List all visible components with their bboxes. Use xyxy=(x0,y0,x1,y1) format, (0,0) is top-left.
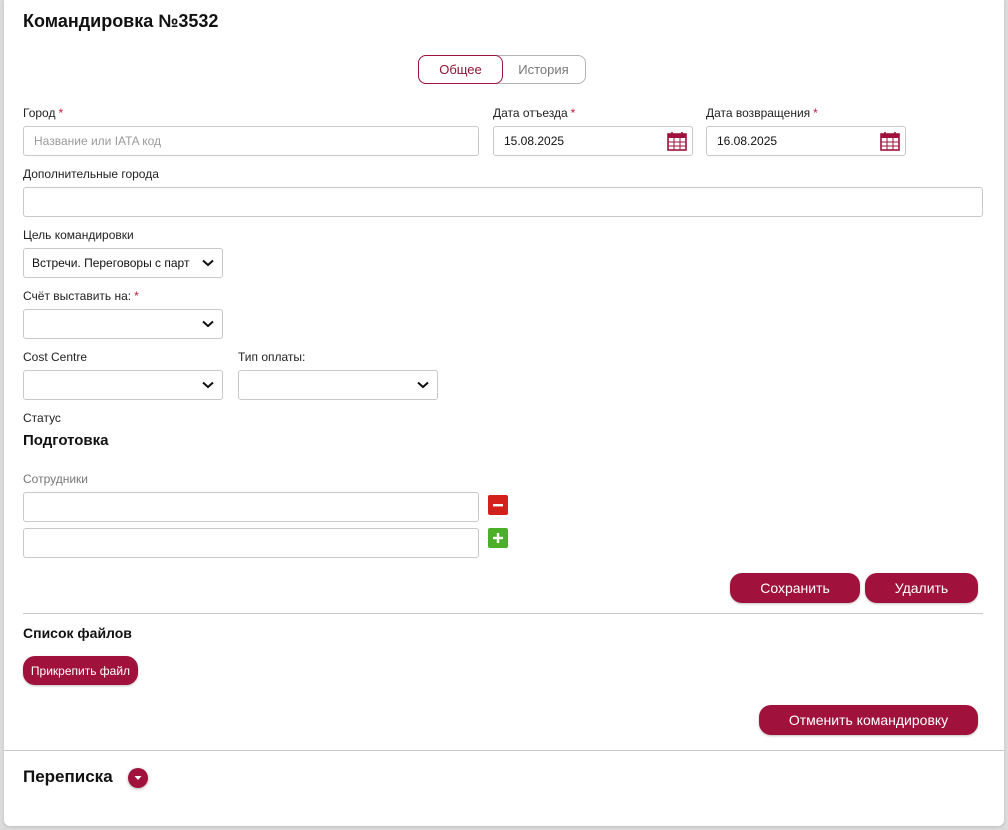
departure-date-label: Дата отъезда * xyxy=(493,106,575,120)
city-label-text: Город xyxy=(23,106,56,120)
delete-button[interactable]: Удалить xyxy=(865,573,978,603)
add-employee-button[interactable] xyxy=(488,528,508,548)
invoice-to-label-text: Счёт выставить на: xyxy=(23,289,132,303)
tabs: Общее История xyxy=(418,55,586,84)
return-date-label-text: Дата возвращения xyxy=(706,106,811,120)
invoice-to-select[interactable] xyxy=(23,309,223,339)
required-mark: * xyxy=(58,106,64,120)
trip-card: Командировка №3532 Общее История Город * … xyxy=(4,0,1004,826)
calendar-icon[interactable] xyxy=(667,131,687,151)
tab-history[interactable]: История xyxy=(502,56,585,83)
chevron-down-icon xyxy=(202,381,214,389)
extra-cities-label: Дополнительные города xyxy=(23,167,159,181)
chevron-down-icon xyxy=(417,381,429,389)
city-label: Город * xyxy=(23,106,63,120)
files-title: Список файлов xyxy=(23,625,132,641)
save-button[interactable]: Сохранить xyxy=(730,573,860,603)
employee-input[interactable] xyxy=(23,492,479,522)
purpose-selected: Встречи. Переговоры с парт xyxy=(32,256,190,270)
remove-employee-button[interactable] xyxy=(488,495,508,515)
required-mark: * xyxy=(134,289,139,303)
status-label: Статус xyxy=(23,411,61,425)
status-value: Подготовка xyxy=(23,432,109,449)
expand-correspondence-button[interactable] xyxy=(128,768,148,788)
tab-general[interactable]: Общее xyxy=(418,55,503,84)
page-title: Командировка №3532 xyxy=(23,11,219,31)
chevron-down-icon xyxy=(202,259,214,267)
required-mark: * xyxy=(570,106,576,120)
payment-type-label: Тип оплаты: xyxy=(238,350,306,364)
purpose-label: Цель командировки xyxy=(23,228,134,242)
invoice-to-label: Счёт выставить на: * xyxy=(23,289,139,303)
return-date-label: Дата возвращения * xyxy=(706,106,818,120)
plus-icon xyxy=(493,533,503,543)
departure-date-label-text: Дата отъезда xyxy=(493,106,568,120)
city-input[interactable] xyxy=(23,126,479,156)
employee-input[interactable] xyxy=(23,528,479,558)
attach-file-button[interactable]: Прикрепить файл xyxy=(23,656,138,685)
extra-cities-input[interactable] xyxy=(23,187,983,217)
purpose-select[interactable]: Встречи. Переговоры с парт xyxy=(23,248,223,278)
employees-label: Сотрудники xyxy=(23,472,88,486)
required-mark: * xyxy=(813,106,818,120)
calendar-icon[interactable] xyxy=(880,131,900,151)
return-date-field[interactable]: 16.08.2025 xyxy=(706,126,906,156)
payment-type-select[interactable] xyxy=(238,370,438,400)
return-date-value: 16.08.2025 xyxy=(717,134,778,148)
cost-centre-label: Cost Centre xyxy=(23,350,88,364)
minus-icon xyxy=(493,504,503,507)
chevron-down-icon xyxy=(134,776,142,780)
departure-date-value: 15.08.2025 xyxy=(504,134,565,148)
divider xyxy=(23,613,983,614)
departure-date-field[interactable]: 15.08.2025 xyxy=(493,126,693,156)
chevron-down-icon xyxy=(202,320,214,328)
correspondence-title: Переписка xyxy=(23,767,113,786)
divider xyxy=(4,750,1004,751)
cost-centre-select[interactable] xyxy=(23,370,223,400)
cancel-trip-button[interactable]: Отменить командировку xyxy=(759,705,978,735)
